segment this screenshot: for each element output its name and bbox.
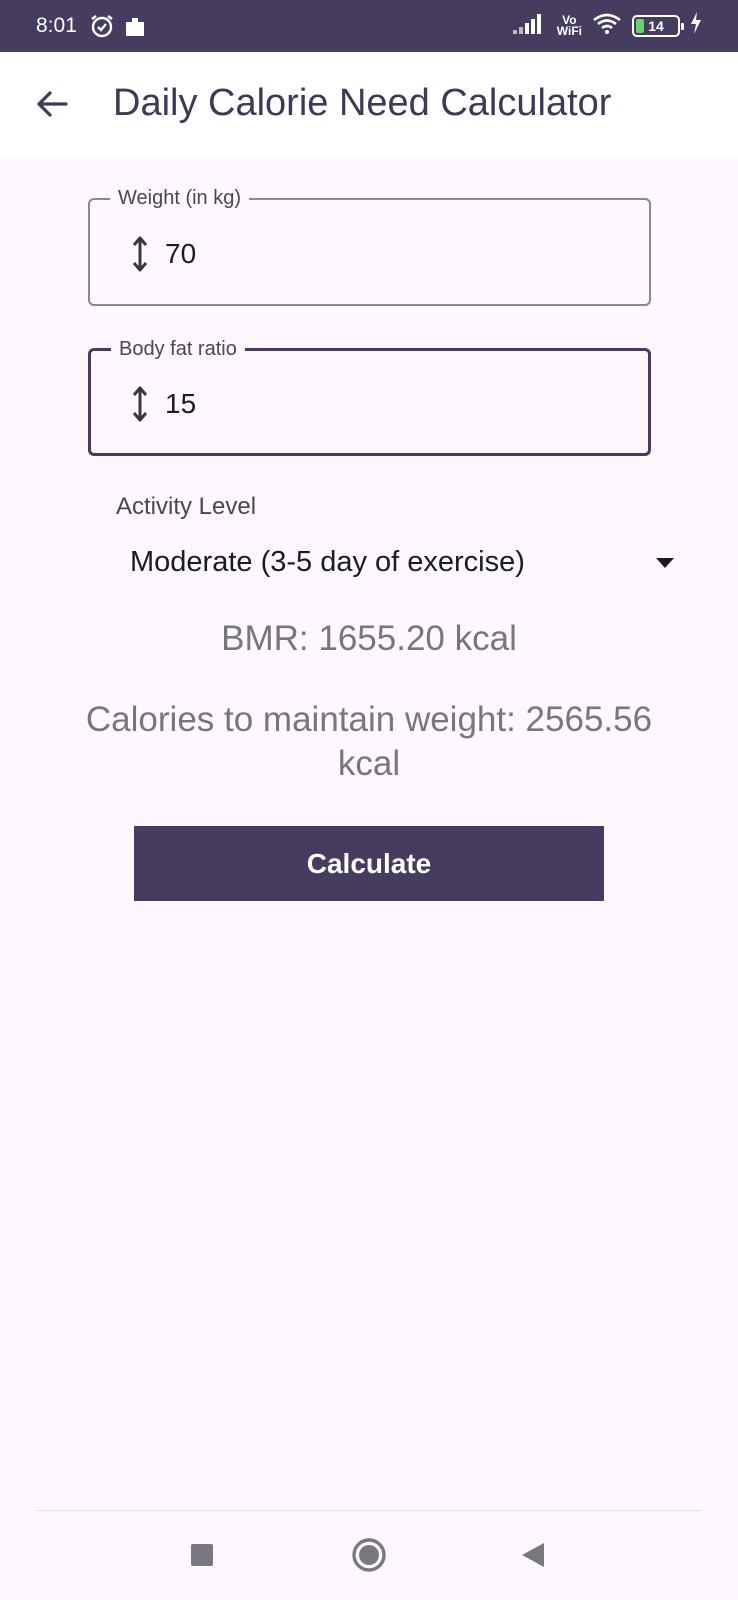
app-notification-icon [124,14,146,43]
status-bar: 8:01 Vo WiFi 14 [0,0,738,52]
nav-home-icon[interactable] [351,1537,387,1573]
signal-icon [512,12,547,39]
bmr-result: BMR: 1655.20 kcal [221,619,517,658]
vowifi-indicator: Vo WiFi [556,14,582,38]
battery-level: 14 [648,17,664,34]
status-icons: Vo WiFi 14 [512,12,702,39]
nav-divider [36,1510,702,1511]
dropdown-arrow-icon [655,556,675,574]
activity-level-value: Moderate (3-5 day of exercise) [130,546,525,578]
charging-icon [690,12,702,39]
back-arrow-icon [37,91,68,117]
weight-field[interactable]: Weight (in kg) 70 [88,186,651,306]
back-button[interactable] [30,82,74,126]
activity-level-dropdown[interactable]: Moderate (3-5 day of exercise) [130,542,675,586]
wifi-icon [592,12,622,39]
alarm-icon [89,13,115,44]
nav-recents-icon[interactable] [191,1544,213,1566]
vowifi-bottom: WiFi [556,23,582,38]
maintain-calories-result: Calories to maintain weight: 2565.56 kca… [85,700,653,783]
status-time: 8:01 [36,14,77,37]
battery-icon: 14 [632,14,684,37]
page-title: Daily Calorie Need Calculator [113,82,612,124]
weight-field-label: Weight (in kg) [110,186,250,210]
calculate-button[interactable]: Calculate [134,826,604,901]
body-fat-field[interactable]: Body fat ratio 15 [88,337,651,456]
nav-back-icon[interactable] [520,1541,546,1574]
vertical-arrows-icon [132,386,148,427]
weight-input[interactable]: 70 [165,238,196,270]
app-bar: Daily Calorie Need Calculator [0,52,738,158]
vertical-arrows-icon [132,236,148,277]
screen: 8:01 Vo WiFi 14 Daily Calorie Need Calcu… [0,0,738,1600]
activity-level-label: Activity Level [116,493,257,520]
body-fat-field-label: Body fat ratio [111,337,245,361]
body-fat-input[interactable]: 15 [165,388,196,420]
